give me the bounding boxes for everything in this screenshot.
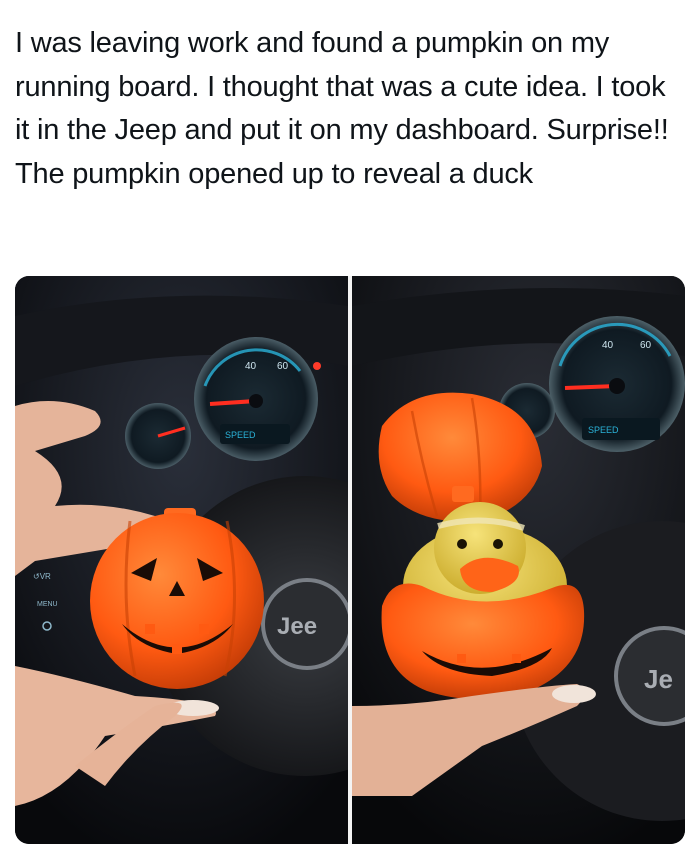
- jeep-badge-text: Jee: [277, 613, 317, 640]
- speed-display-label: SPEED: [225, 430, 256, 440]
- svg-text:↺VR: ↺VR: [33, 572, 51, 581]
- post-text: I was leaving work and found a pumpkin o…: [15, 27, 669, 190]
- photo-closed-pumpkin[interactable]: 40 60 SPEED Jee ↺VR MENU: [15, 276, 348, 844]
- svg-text:40: 40: [602, 340, 614, 351]
- menu-label: MENU: [37, 601, 58, 608]
- svg-text:40: 40: [245, 361, 257, 372]
- speed-display-label: SPEED: [588, 425, 619, 435]
- svg-text:60: 60: [277, 361, 289, 372]
- post-media[interactable]: 40 60 SPEED Jee ↺VR MENU 40 60 SPEED Je: [15, 276, 685, 844]
- svg-text:60: 60: [640, 340, 652, 351]
- jeep-badge-text: Je: [644, 664, 673, 694]
- photo-open-pumpkin-duck[interactable]: 40 60 SPEED Je: [352, 276, 685, 844]
